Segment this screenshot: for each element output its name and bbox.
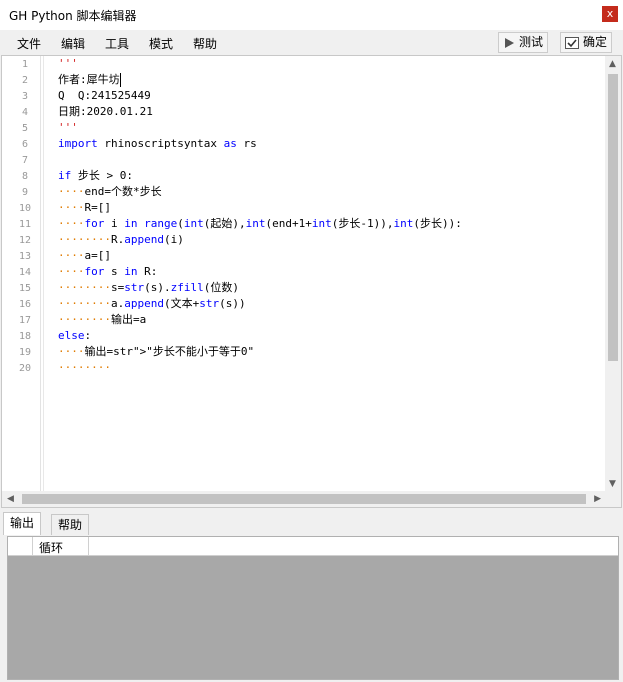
- code-line[interactable]: if 步长 > 0:: [58, 168, 133, 184]
- scrollbar-corner: [605, 491, 621, 507]
- code-editor[interactable]: 1 2 3 4 5 6 7 8 9 10 11 12 13 14 15 16 1…: [1, 55, 622, 508]
- output-header: 循环: [8, 537, 618, 556]
- play-icon: [505, 37, 514, 48]
- line-number: 16: [19, 299, 32, 310]
- line-number: 4: [22, 107, 29, 118]
- line-number: 9: [22, 187, 29, 198]
- line-number: 18: [19, 331, 32, 342]
- code-line[interactable]: ········a.append(文本+str(s)): [58, 296, 246, 312]
- test-button[interactable]: 测试: [498, 32, 549, 53]
- line-number: 8: [22, 171, 29, 182]
- menu-tools[interactable]: 工具: [105, 35, 129, 52]
- output-column-header: 循环: [39, 541, 64, 555]
- code-line[interactable]: Q Q:241525449: [58, 88, 151, 104]
- bottom-panel: 输出 帮助 循环: [1, 512, 622, 682]
- title-bar: GH Python 脚本编辑器 x: [0, 0, 623, 30]
- confirm-label: 确定: [583, 35, 608, 49]
- test-label: 测试: [519, 35, 544, 49]
- line-number: 1: [22, 59, 29, 70]
- tab-output[interactable]: 输出: [3, 512, 42, 535]
- code-area[interactable]: ''' 作者:犀牛坊 Q Q:241525449 日期:2020.01.21 ''' im…: [58, 56, 606, 492]
- line-number: 2: [22, 75, 29, 86]
- line-number: 13: [19, 251, 32, 262]
- code-line[interactable]: import rhinoscriptsyntax as rs: [58, 136, 257, 152]
- scroll-right-icon[interactable]: ▶: [594, 494, 601, 504]
- line-number-gutter: 1 2 3 4 5 6 7 8 9 10 11 12 13 14 15 16 1…: [2, 56, 41, 492]
- code-line[interactable]: ····end=个数*步长: [58, 184, 162, 200]
- line-number: 6: [22, 139, 29, 150]
- scroll-left-icon[interactable]: ◀: [7, 494, 14, 504]
- code-line[interactable]: ''': [58, 120, 78, 136]
- code-line[interactable]: ····输出=str">"步长不能小于等于0": [58, 344, 254, 360]
- line-number: 20: [19, 363, 32, 374]
- line-number: 11: [19, 219, 32, 230]
- line-number: 10: [19, 203, 32, 214]
- output-panel: 循环: [7, 536, 619, 680]
- menu-bar: 文件 编辑 工具 模式 帮助 测试 确定: [0, 30, 623, 54]
- vertical-scroll-thumb[interactable]: [608, 74, 618, 361]
- line-number: 12: [19, 235, 32, 246]
- code-line[interactable]: ····a=[]: [58, 248, 111, 264]
- line-number: 17: [19, 315, 32, 326]
- horizontal-scroll-thumb[interactable]: [22, 494, 586, 504]
- menu-help[interactable]: 帮助: [193, 35, 217, 52]
- menu-mode[interactable]: 模式: [149, 35, 173, 52]
- code-line[interactable]: ········: [58, 360, 111, 376]
- menu-file[interactable]: 文件: [17, 35, 41, 52]
- code-line[interactable]: ········R.append(i): [58, 232, 184, 248]
- scroll-down-icon[interactable]: ▼: [609, 479, 616, 489]
- column-divider: [88, 537, 89, 555]
- code-line[interactable]: ····R=[]: [58, 200, 111, 216]
- vertical-scrollbar[interactable]: ▲ ▼: [605, 56, 621, 492]
- text-cursor: [119, 73, 121, 87]
- horizontal-scrollbar[interactable]: ◀ ▶: [2, 491, 606, 507]
- tab-help[interactable]: 帮助: [51, 514, 90, 535]
- code-line[interactable]: ····for i in range(int(起始),int(end+1+int…: [58, 216, 462, 232]
- scroll-up-icon[interactable]: ▲: [609, 59, 616, 69]
- code-line[interactable]: 作者:犀牛坊: [58, 72, 121, 88]
- code-line[interactable]: ········s=str(s).zfill(位数): [58, 280, 239, 296]
- line-number: 7: [22, 155, 29, 166]
- window-title: GH Python 脚本编辑器: [9, 9, 137, 23]
- code-line[interactable]: ········输出=a: [58, 312, 146, 328]
- confirm-button[interactable]: 确定: [560, 32, 613, 53]
- code-line[interactable]: else:: [58, 328, 91, 344]
- line-number: 15: [19, 283, 32, 294]
- line-number: 19: [19, 347, 32, 358]
- line-number: 3: [22, 91, 29, 102]
- checkmark-icon: [565, 36, 579, 49]
- fold-margin: [43, 56, 44, 492]
- column-divider: [32, 537, 33, 555]
- code-line[interactable]: ····for s in R:: [58, 264, 157, 280]
- menu-edit[interactable]: 编辑: [61, 35, 85, 52]
- line-number: 5: [22, 123, 29, 134]
- code-line[interactable]: ''': [58, 56, 78, 72]
- line-number: 14: [19, 267, 32, 278]
- close-button[interactable]: x: [602, 6, 618, 22]
- code-line[interactable]: 日期:2020.01.21: [58, 104, 153, 120]
